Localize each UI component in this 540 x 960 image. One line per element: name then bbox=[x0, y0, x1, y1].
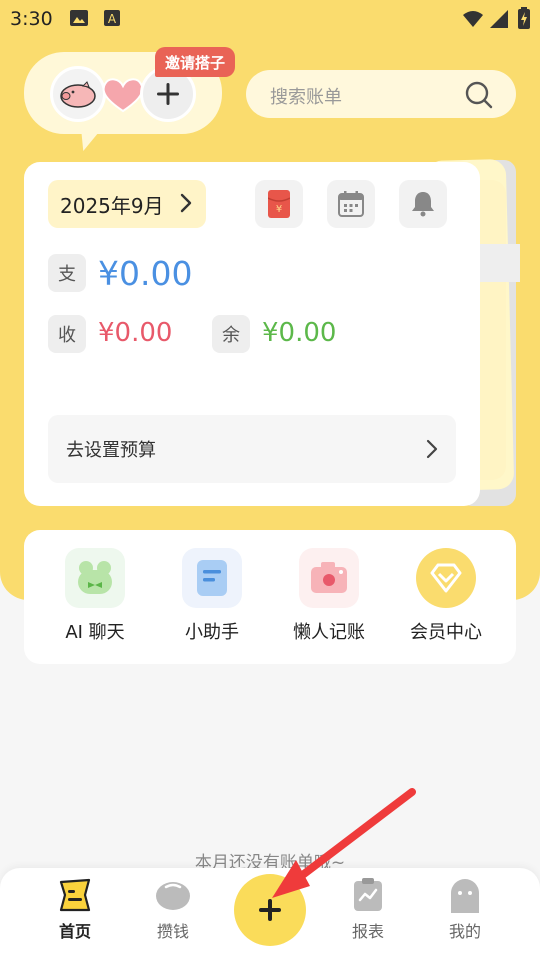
piggy-bank-icon bbox=[153, 876, 193, 914]
status-bar: 3:30 A bbox=[0, 0, 540, 36]
search-bar[interactable]: 搜索账单 bbox=[246, 70, 516, 118]
nav-me[interactable]: 我的 bbox=[425, 876, 505, 942]
add-bill-button[interactable] bbox=[234, 874, 306, 946]
plus-icon bbox=[157, 83, 179, 105]
quick-actions-card: AI 聊天 小助手 懒人记账 会员中心 bbox=[24, 530, 516, 664]
expense-tag: 支 bbox=[48, 254, 86, 292]
quick-action-label: 小助手 bbox=[185, 622, 239, 643]
balance-tag: 余 bbox=[212, 315, 250, 353]
profile-icon bbox=[445, 876, 485, 914]
camera-icon bbox=[299, 548, 359, 608]
nav-report[interactable]: 报表 bbox=[328, 876, 408, 942]
quick-action-assistant[interactable]: 小助手 bbox=[157, 548, 267, 644]
search-icon[interactable] bbox=[464, 80, 494, 110]
avatar-pig[interactable] bbox=[50, 66, 106, 122]
invite-partner-badge[interactable]: 邀请搭子 bbox=[155, 47, 235, 77]
nav-home-label: 首页 bbox=[58, 922, 91, 941]
red-envelope-button[interactable]: ¥ bbox=[255, 180, 303, 228]
quick-action-label: 懒人记账 bbox=[293, 622, 365, 643]
budget-label: 去设置预算 bbox=[66, 440, 156, 461]
pig-icon bbox=[60, 81, 96, 108]
app-notification-icon: A bbox=[104, 10, 120, 26]
month-selector[interactable]: 2025年9月 bbox=[48, 180, 206, 228]
quick-action-lazy-bookkeeping[interactable]: 懒人记账 bbox=[274, 548, 384, 644]
income-amount: ¥0.00 bbox=[98, 318, 173, 348]
svg-text:A: A bbox=[108, 12, 117, 26]
frog-icon bbox=[65, 548, 125, 608]
nav-save-label: 攒钱 bbox=[156, 922, 189, 941]
notification-button[interactable] bbox=[399, 180, 447, 228]
bell-icon bbox=[412, 192, 434, 217]
expense-amount: ¥0.00 bbox=[98, 254, 193, 293]
nav-report-label: 报表 bbox=[351, 922, 384, 941]
chevron-right-icon bbox=[426, 439, 438, 459]
battery-icon bbox=[518, 7, 530, 29]
quick-action-label: AI 聊天 bbox=[65, 622, 125, 643]
nav-me-label: 我的 bbox=[448, 922, 481, 941]
quick-action-vip-center[interactable]: 会员中心 bbox=[391, 548, 501, 644]
wifi-icon bbox=[463, 11, 483, 27]
status-time: 3:30 bbox=[10, 8, 53, 30]
ledger-card: 2025年9月 ¥ 支 ¥0.00 收 ¥0.00 余 ¥0.00 去设置预算 bbox=[24, 162, 480, 506]
svg-text:¥: ¥ bbox=[276, 204, 282, 215]
chevron-right-icon bbox=[180, 193, 192, 213]
nav-home[interactable]: 首页 bbox=[35, 876, 115, 942]
note-icon bbox=[182, 548, 242, 608]
calendar-button[interactable] bbox=[327, 180, 375, 228]
heart-icon bbox=[102, 78, 144, 113]
plus-icon bbox=[259, 899, 281, 921]
set-budget-row[interactable]: 去设置预算 bbox=[48, 415, 456, 483]
diamond-icon bbox=[416, 548, 476, 608]
month-label: 2025年9月 bbox=[60, 193, 164, 218]
nav-save[interactable]: 攒钱 bbox=[133, 876, 213, 942]
income-tag: 收 bbox=[48, 315, 86, 353]
calendar-icon bbox=[338, 191, 364, 217]
image-notification-icon bbox=[70, 10, 88, 26]
search-placeholder: 搜索账单 bbox=[270, 87, 342, 108]
quick-action-label: 会员中心 bbox=[410, 622, 482, 643]
signal-icon bbox=[490, 10, 508, 28]
quick-action-ai-chat[interactable]: AI 聊天 bbox=[40, 548, 150, 644]
red-envelope-icon: ¥ bbox=[268, 190, 290, 218]
report-icon bbox=[348, 876, 388, 914]
home-icon bbox=[55, 876, 95, 914]
balance-amount: ¥0.00 bbox=[262, 318, 337, 348]
